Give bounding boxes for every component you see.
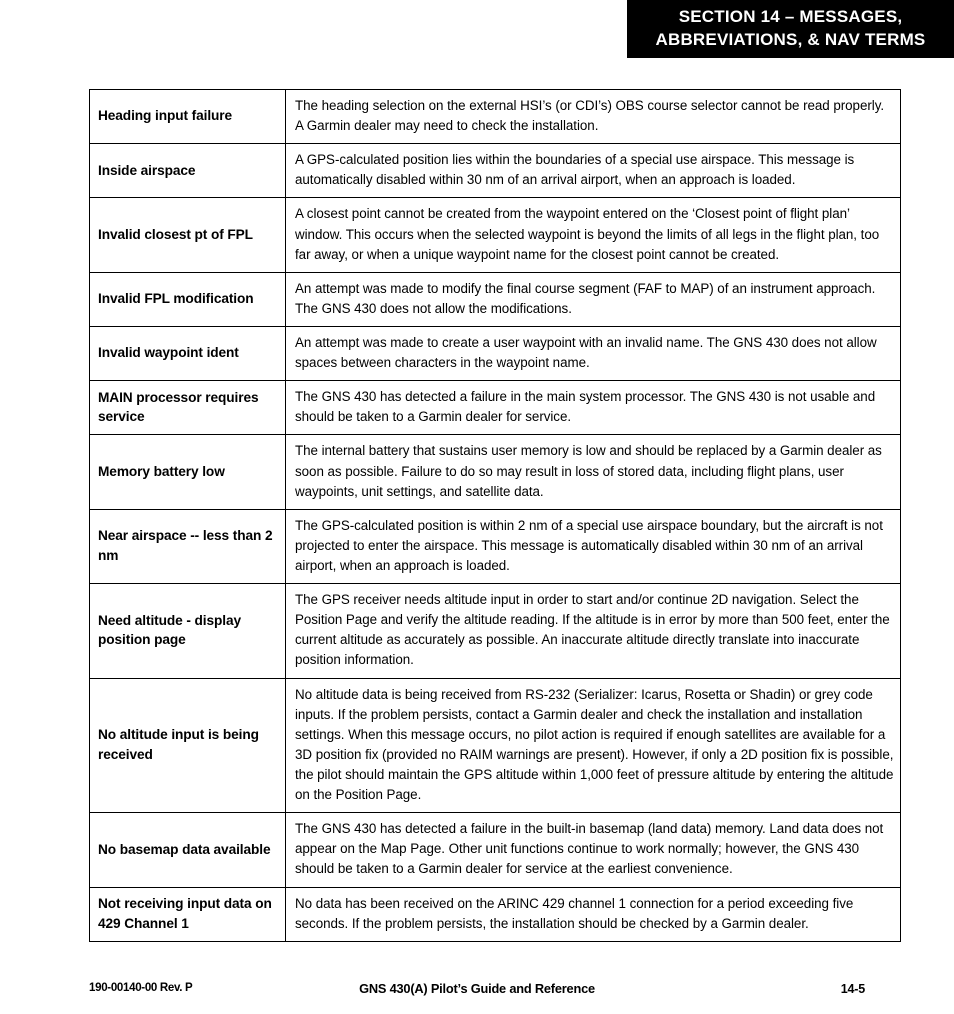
message-description-cell: The heading selection on the external HS…	[285, 88, 901, 145]
page-footer: 190-00140-00 Rev. P GNS 430(A) Pilot’s G…	[0, 978, 954, 1004]
table-row: Need altitude - display position page Th…	[89, 583, 901, 679]
table-row: No basemap data available The GNS 430 ha…	[89, 812, 901, 888]
table-row: Invalid closest pt of FPL A closest poin…	[89, 197, 901, 273]
message-description-cell: The internal battery that sustains user …	[285, 434, 901, 510]
message-name-cell: Near airspace -- less than 2 nm	[89, 508, 286, 585]
message-description-cell: An attempt was made to create a user way…	[285, 325, 901, 382]
message-description-cell: A GPS-calculated position lies within th…	[285, 143, 901, 199]
message-description-cell: The GNS 430 has detected a failure in th…	[285, 812, 901, 888]
table-row: Inside airspace A GPS-calculated positio…	[89, 143, 901, 199]
message-name-cell: Not receiving input data on 429 Channel …	[89, 886, 286, 942]
table-row: Heading input failure The heading select…	[89, 88, 901, 145]
footer-title: GNS 430(A) Pilot’s Guide and Reference	[359, 981, 595, 996]
message-name-cell: No altitude input is being received	[89, 677, 286, 814]
table-row: Memory battery low The internal battery …	[89, 434, 901, 510]
message-name-cell: Invalid closest pt of FPL	[89, 197, 286, 273]
table-row: Near airspace -- less than 2 nm The GPS-…	[89, 508, 901, 585]
table-row: Not receiving input data on 429 Channel …	[89, 886, 901, 942]
message-name-cell: MAIN processor requires service	[89, 380, 286, 436]
section-header-line-2: ABBREVIATIONS, & NAV TERMS	[655, 30, 926, 49]
message-name-cell: Memory battery low	[89, 434, 286, 510]
table-row: MAIN processor requires service The GNS …	[89, 380, 901, 436]
messages-table: Heading input failure The heading select…	[89, 88, 901, 942]
table-row: Invalid FPL modification An attempt was …	[89, 271, 901, 327]
message-name-cell: Invalid waypoint ident	[89, 325, 286, 382]
message-name-cell: No basemap data available	[89, 812, 286, 888]
message-name-cell: Invalid FPL modification	[89, 271, 286, 327]
section-header-line-1: SECTION 14 – MESSAGES,	[678, 7, 903, 27]
table-row: No altitude input is being received No a…	[89, 677, 901, 814]
message-description-cell: No altitude data is being received from …	[285, 677, 901, 814]
table-row: Invalid waypoint ident An attempt was ma…	[89, 325, 901, 382]
footer-page-number: 14-5	[840, 982, 865, 996]
message-description-cell: The GPS receiver needs altitude input in…	[285, 583, 901, 679]
message-description-cell: The GPS-calculated position is within 2 …	[285, 508, 901, 585]
message-description-cell: A closest point cannot be created from t…	[285, 197, 901, 273]
message-description-cell: No data has been received on the ARINC 4…	[285, 886, 901, 942]
message-description-cell: The GNS 430 has detected a failure in th…	[285, 380, 901, 436]
section-header-banner: SECTION 14 – MESSAGES, ABBREVIATIONS, & …	[627, 0, 954, 58]
message-name-cell: Inside airspace	[89, 143, 286, 199]
message-name-cell: Need altitude - display position page	[89, 583, 286, 679]
messages-table-body: Heading input failure The heading select…	[89, 88, 901, 942]
message-description-cell: An attempt was made to modify the final …	[285, 271, 901, 327]
message-name-cell: Heading input failure	[89, 88, 286, 145]
